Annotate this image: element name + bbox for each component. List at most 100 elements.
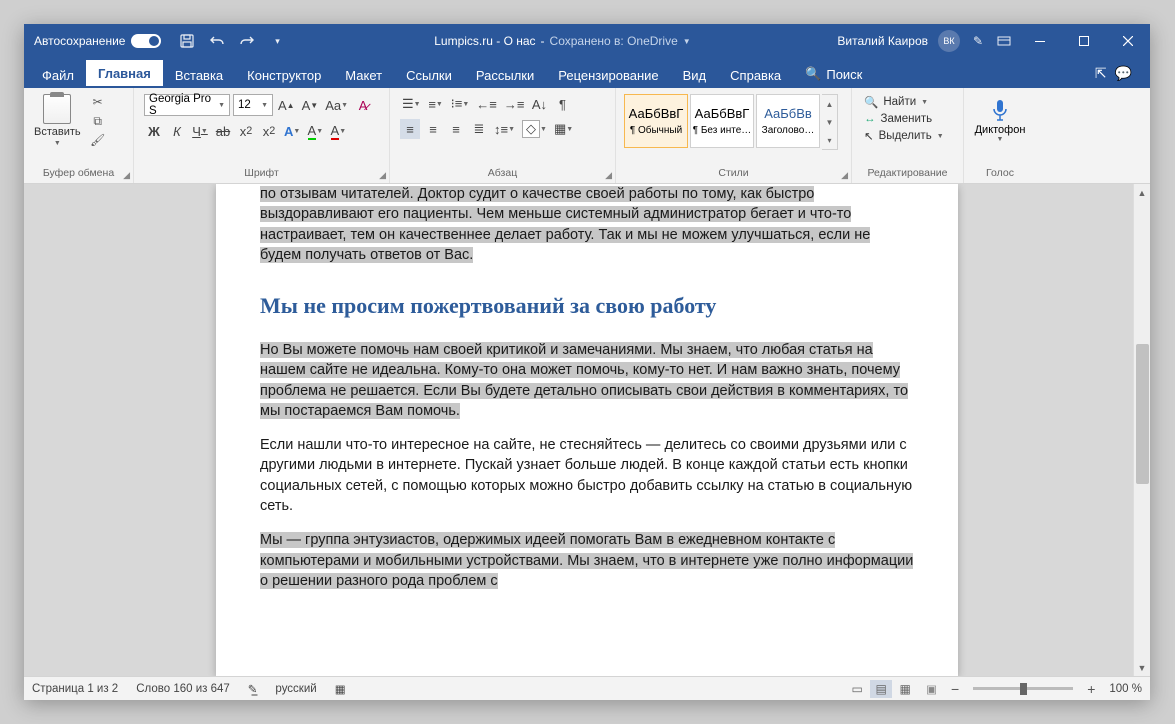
styles-gallery-more[interactable]: ▲ ▼ ▾ bbox=[822, 94, 838, 150]
close-button[interactable] bbox=[1106, 24, 1150, 58]
zoom-in-button[interactable]: + bbox=[1083, 681, 1099, 697]
copy-icon[interactable]: ⧉ bbox=[89, 113, 107, 129]
multilevel-list-icon[interactable]: ⁝≡▼ bbox=[449, 94, 472, 114]
clear-formatting-icon[interactable]: A̷ bbox=[353, 95, 373, 115]
tab-design[interactable]: Конструктор bbox=[235, 62, 333, 88]
pen-icon[interactable]: ✎ bbox=[970, 33, 986, 49]
bold-button[interactable]: Ж bbox=[144, 121, 164, 141]
font-size-select[interactable]: 12▼ bbox=[233, 94, 273, 116]
select-button[interactable]: ↖Выделить▼ bbox=[862, 128, 953, 144]
share-icon[interactable]: ⇱ bbox=[1095, 65, 1107, 82]
tab-home[interactable]: Главная bbox=[86, 60, 163, 89]
chevron-down-icon[interactable]: ▼ bbox=[683, 37, 691, 46]
sort-icon[interactable]: A↓ bbox=[529, 94, 549, 114]
underline-button[interactable]: Ч▼ bbox=[190, 121, 210, 141]
heading[interactable]: Мы не просим пожертвований за свою работ… bbox=[260, 291, 914, 322]
superscript-button[interactable]: x2 bbox=[259, 121, 279, 141]
ribbon-options-icon[interactable] bbox=[996, 33, 1012, 49]
align-center-icon[interactable]: ≡ bbox=[423, 119, 443, 139]
save-icon[interactable] bbox=[179, 33, 195, 49]
read-mode-icon[interactable]: ▭ bbox=[846, 680, 868, 698]
zoom-slider[interactable] bbox=[973, 687, 1073, 690]
tab-file[interactable]: Файл bbox=[30, 62, 86, 88]
scroll-thumb[interactable] bbox=[1136, 344, 1149, 484]
scroll-up-icon[interactable]: ▲ bbox=[822, 95, 837, 113]
justify-icon[interactable]: ≣ bbox=[469, 119, 489, 139]
autosave-toggle[interactable]: Автосохранение bbox=[24, 34, 171, 48]
tab-view[interactable]: Вид bbox=[671, 62, 719, 88]
replace-button[interactable]: ↔Заменить bbox=[862, 112, 953, 126]
selected-text[interactable]: Но Вы можете помочь нам своей критикой и… bbox=[260, 342, 908, 419]
grow-font-icon[interactable]: A▲ bbox=[276, 95, 297, 115]
dialog-launcher-icon[interactable]: ◢ bbox=[605, 170, 612, 181]
show-marks-icon[interactable]: ¶ bbox=[552, 94, 572, 114]
undo-icon[interactable] bbox=[209, 33, 225, 49]
zoom-thumb[interactable] bbox=[1020, 683, 1027, 695]
font-name-select[interactable]: Georgia Pro S▼ bbox=[144, 94, 230, 116]
highlight-color-icon[interactable]: A▼ bbox=[305, 121, 325, 141]
style-nospacing[interactable]: АаБбВвГ ¶ Без инте… bbox=[690, 94, 754, 148]
style-heading1[interactable]: АаБбВв Заголово… bbox=[756, 94, 820, 148]
scroll-up-icon[interactable]: ▲ bbox=[1134, 184, 1150, 201]
user-name[interactable]: Виталий Каиров bbox=[837, 34, 928, 48]
text-effects-icon[interactable]: A▼ bbox=[282, 121, 302, 141]
bullets-icon[interactable]: ☰▼ bbox=[400, 94, 423, 114]
shrink-font-icon[interactable]: A▼ bbox=[300, 95, 321, 115]
paste-button[interactable]: Вставить ▼ bbox=[30, 92, 85, 149]
selected-text[interactable]: по отзывам читателей. Доктор судит о кач… bbox=[260, 186, 870, 263]
focus-icon[interactable]: ▣ bbox=[926, 682, 937, 696]
numbering-icon[interactable]: ≡▼ bbox=[426, 94, 446, 114]
font-color-icon[interactable]: A▼ bbox=[328, 121, 348, 141]
increase-indent-icon[interactable]: →≡ bbox=[502, 94, 527, 114]
scroll-down-icon[interactable]: ▼ bbox=[1134, 659, 1150, 676]
find-button[interactable]: 🔍Найти▼ bbox=[862, 94, 953, 110]
vertical-scrollbar[interactable]: ▲ ▼ bbox=[1133, 184, 1150, 676]
print-layout-icon[interactable]: ▤ bbox=[870, 680, 892, 698]
tab-mailings[interactable]: Рассылки bbox=[464, 62, 546, 88]
italic-button[interactable]: К bbox=[167, 121, 187, 141]
selected-text[interactable]: Мы — группа энтузиастов, одержимых идеей… bbox=[260, 532, 913, 589]
word-count[interactable]: Слово 160 из 647 bbox=[136, 683, 230, 695]
strikethrough-button[interactable]: ab bbox=[213, 121, 233, 141]
shading-icon[interactable]: ◇▼ bbox=[520, 119, 549, 139]
tab-review[interactable]: Рецензирование bbox=[546, 62, 670, 88]
dialog-launcher-icon[interactable]: ◢ bbox=[379, 170, 386, 181]
page[interactable]: по отзывам читателей. Доктор судит о кач… bbox=[216, 184, 958, 676]
format-painter-icon[interactable]: 🖌 bbox=[89, 132, 107, 148]
body-text[interactable]: Если нашли что-то интересное на сайте, н… bbox=[260, 435, 914, 516]
line-spacing-icon[interactable]: ↕≡▼ bbox=[492, 119, 517, 139]
zoom-level[interactable]: 100 % bbox=[1109, 683, 1142, 695]
tab-help[interactable]: Справка bbox=[718, 62, 793, 88]
cut-icon[interactable]: ✂ bbox=[89, 94, 107, 110]
change-case-icon[interactable]: Aa▼ bbox=[323, 95, 350, 115]
document-area: по отзывам читателей. Доктор судит о кач… bbox=[24, 184, 1150, 676]
expand-icon[interactable]: ▾ bbox=[822, 131, 837, 149]
decrease-indent-icon[interactable]: ←≡ bbox=[474, 94, 499, 114]
tab-layout[interactable]: Макет bbox=[333, 62, 394, 88]
maximize-button[interactable] bbox=[1062, 24, 1106, 58]
spellcheck-icon[interactable]: ✎̲ bbox=[248, 682, 258, 696]
align-left-icon[interactable]: ≡ bbox=[400, 119, 420, 139]
style-normal[interactable]: АаБбВвГ ¶ Обычный bbox=[624, 94, 688, 148]
subscript-button[interactable]: x2 bbox=[236, 121, 256, 141]
user-avatar[interactable]: ВК bbox=[938, 30, 960, 52]
tab-references[interactable]: Ссылки bbox=[394, 62, 464, 88]
tab-insert[interactable]: Вставка bbox=[163, 62, 235, 88]
borders-icon[interactable]: ▦▼ bbox=[552, 119, 575, 139]
page-indicator[interactable]: Страница 1 из 2 bbox=[32, 683, 118, 695]
comments-icon[interactable]: 💬 bbox=[1115, 65, 1132, 82]
search-tab[interactable]: 🔍 Поиск bbox=[793, 60, 874, 88]
minimize-button[interactable] bbox=[1018, 24, 1062, 58]
macro-icon[interactable]: ▦ bbox=[335, 682, 346, 696]
zoom-out-button[interactable]: − bbox=[947, 681, 963, 697]
toggle-switch[interactable] bbox=[131, 34, 161, 48]
scroll-down-icon[interactable]: ▼ bbox=[822, 113, 837, 131]
redo-icon[interactable] bbox=[239, 33, 255, 49]
qat-dropdown-icon[interactable]: ▾ bbox=[269, 33, 285, 49]
dictate-button[interactable]: Диктофон ▼ bbox=[970, 92, 1030, 147]
align-right-icon[interactable]: ≡ bbox=[446, 119, 466, 139]
language-indicator[interactable]: русский bbox=[275, 683, 316, 695]
dialog-launcher-icon[interactable]: ◢ bbox=[841, 170, 848, 181]
dialog-launcher-icon[interactable]: ◢ bbox=[123, 170, 130, 181]
web-layout-icon[interactable]: ▦ bbox=[894, 680, 916, 698]
